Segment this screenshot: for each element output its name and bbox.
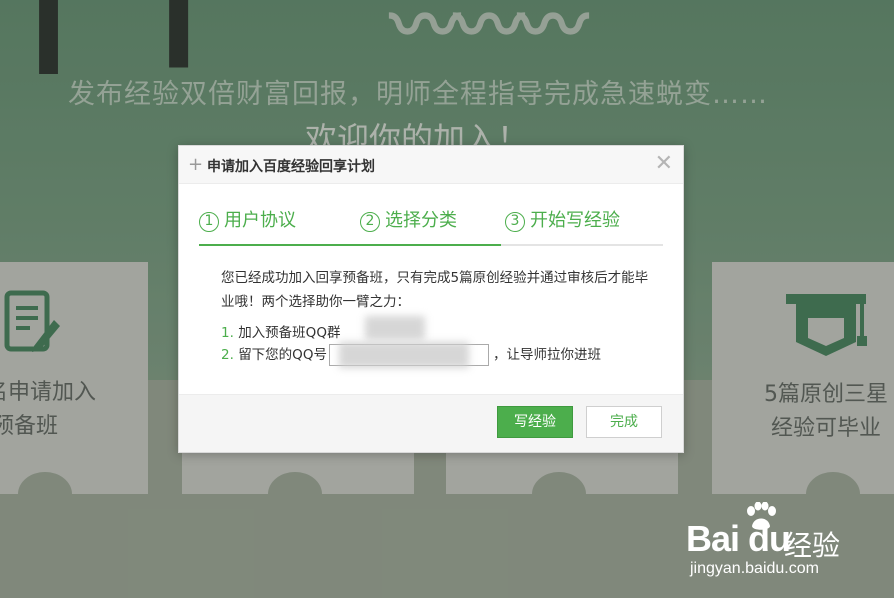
write-experience-button[interactable]: 写经验 [497, 406, 573, 438]
option-2-text-after: ，让导师拉你进班 [492, 347, 601, 363]
step-progress-bar [199, 244, 501, 246]
step-2-label: 选择分类 [385, 210, 457, 231]
dialog-title: 申请加入百度经验回享计划 [207, 159, 375, 175]
baidu-logo-text: Bai du [686, 518, 791, 559]
step-user-agreement: 1 用户协议 [199, 206, 296, 232]
option-1-text: 加入预备班QQ群 [238, 325, 341, 341]
step-1-number: 1 [199, 212, 219, 232]
option-2-text-before: 留下您的QQ号 [238, 347, 327, 363]
dialog-intro-text: 您已经成功加入回享预备班，只有完成5篇原创经验并通过审核后才能毕业哦！两个选择助… [221, 270, 649, 310]
jingyan-text: 经验 [784, 529, 841, 562]
step-3-number: 3 [505, 212, 525, 232]
done-button[interactable]: 完成 [586, 406, 662, 438]
option-2-number: 2. [221, 347, 234, 363]
blurred-qq-group-number [365, 316, 425, 340]
step-progress: 1 用户协议 2 选择分类 3 开始写经验 [199, 202, 663, 246]
dialog-header: + 申请加入百度经验回享计划 ✕ [179, 146, 683, 184]
close-icon[interactable]: ✕ [655, 152, 673, 176]
step-choose-category: 2 选择分类 [360, 206, 457, 232]
watermark-url: jingyan.baidu.com [690, 560, 819, 577]
plus-icon: + [188, 154, 204, 175]
option-1-number: 1. [221, 325, 234, 341]
blurred-qq-input-content [339, 342, 469, 368]
join-plan-dialog: + 申请加入百度经验回享计划 ✕ 1 用户协议 2 选择分类 3 开始写经验 您已经成… [178, 145, 684, 453]
step-1-label: 用户协议 [224, 210, 296, 231]
step-3-label: 开始写经验 [530, 210, 620, 231]
step-2-number: 2 [360, 212, 380, 232]
baidu-jingyan-watermark: Bai du 经验 jingyan.baidu.com [686, 500, 886, 590]
step-start-writing: 3 开始写经验 [505, 206, 620, 232]
dialog-footer: 写经验 完成 [179, 394, 683, 452]
